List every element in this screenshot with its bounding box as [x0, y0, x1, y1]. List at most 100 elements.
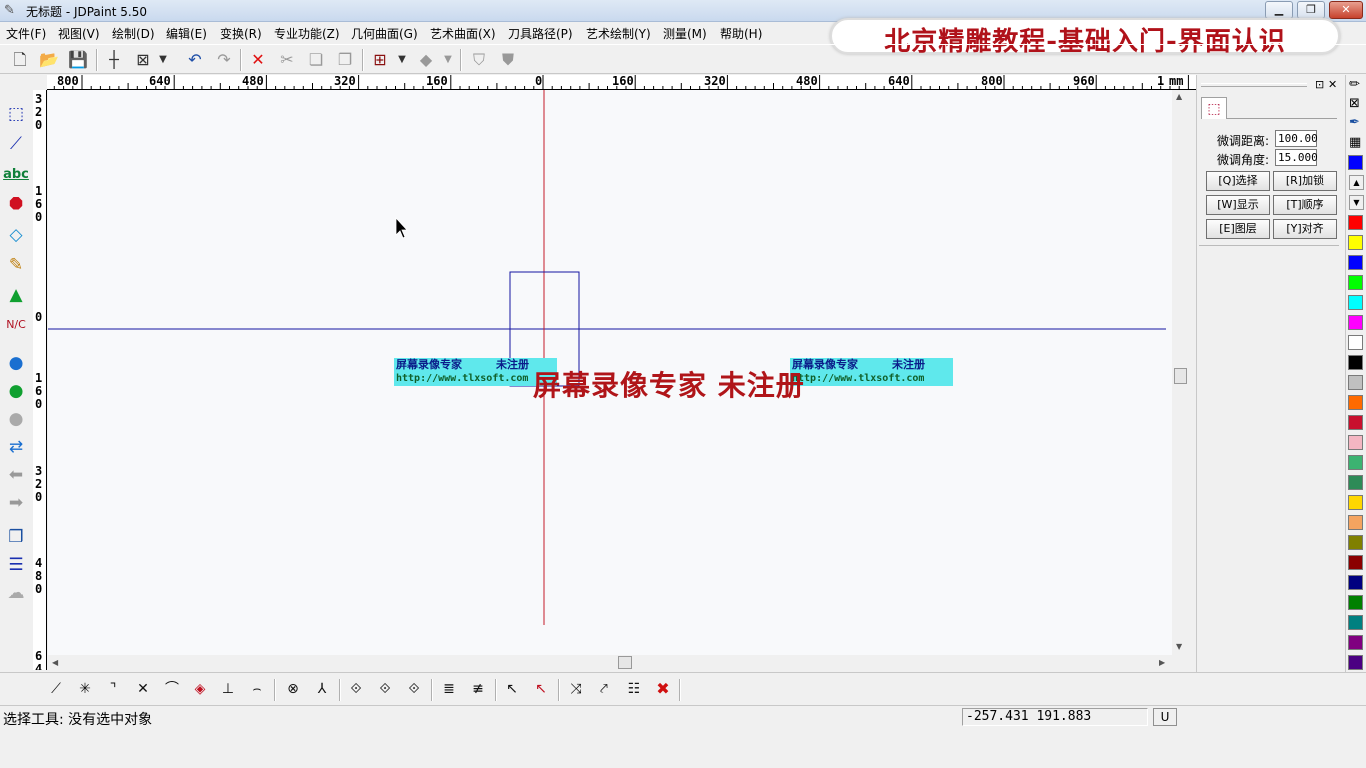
color-swatch[interactable]	[1348, 635, 1363, 650]
hatch-icon[interactable]: ≣	[437, 678, 461, 700]
snap-grid-icon[interactable]: ⊞	[368, 48, 392, 72]
menu-file[interactable]: 文件(F)	[6, 25, 46, 42]
arrow-right-icon[interactable]: ➡	[3, 490, 29, 516]
horizontal-scrollbar[interactable]: ◀ ▶	[48, 655, 1172, 671]
color-swatch[interactable]	[1348, 535, 1363, 550]
diamond-grid-icon[interactable]: ⟐	[373, 678, 397, 700]
color-swatch[interactable]	[1348, 655, 1363, 670]
list-edit-icon[interactable]: ☷	[622, 678, 646, 700]
color-swatch[interactable]	[1348, 415, 1363, 430]
color-swatch[interactable]	[1348, 555, 1363, 570]
bulb-green-icon[interactable]: ●	[3, 378, 29, 404]
no-color-icon[interactable]: ⊠	[1349, 96, 1360, 111]
color-swatch[interactable]	[1348, 235, 1363, 250]
diamond-grid-icon[interactable]: ⟐	[344, 678, 368, 700]
hatch-lines-icon[interactable]: ☰	[3, 552, 29, 578]
diamond-grid-icon[interactable]: ⟐	[402, 678, 426, 700]
color-swatch[interactable]	[1348, 355, 1363, 370]
pick-icon[interactable]: ⤤	[592, 678, 616, 700]
minimize-button[interactable]: ▁	[1265, 1, 1293, 19]
bulb-gray-icon[interactable]: ●	[3, 406, 29, 432]
tangent-icon[interactable]: ⌢	[245, 678, 269, 700]
order-button[interactable]: [T]顺序	[1273, 195, 1337, 215]
multi-line-icon[interactable]: ✳	[73, 678, 97, 700]
color-swatch[interactable]	[1348, 255, 1363, 270]
color-swatch[interactable]	[1348, 435, 1363, 450]
text-abc-icon[interactable]: abc	[3, 162, 29, 188]
nc-icon[interactable]: N/C	[3, 312, 29, 338]
hatch-alt-icon[interactable]: ≢	[466, 678, 490, 700]
pattern-icon[interactable]: ▦	[1349, 135, 1361, 150]
color-swatch[interactable]	[1348, 215, 1363, 230]
maximize-button[interactable]: ❐	[1297, 1, 1325, 19]
vertical-scrollbar[interactable]: ▲ ▼	[1172, 90, 1190, 655]
cancel-icon[interactable]: ✖	[651, 678, 675, 700]
palette-scroll-up-icon[interactable]: ▲	[1349, 175, 1364, 190]
snap-angle-icon[interactable]: ⅄	[310, 678, 334, 700]
bulb-blue-icon[interactable]: ●	[3, 350, 29, 376]
fine-angle-input[interactable]: 15.000	[1275, 149, 1318, 166]
tab-select-icon[interactable]: ⬚	[1201, 97, 1227, 119]
chevron-down-icon[interactable]: ▼	[441, 48, 455, 72]
color-swatch[interactable]	[1348, 315, 1363, 330]
intersect-icon[interactable]: ✕	[131, 678, 155, 700]
layer-button[interactable]: [E]图层	[1206, 219, 1270, 239]
pointer-x-red-icon[interactable]: ↖	[529, 678, 553, 700]
current-color-swatch[interactable]	[1348, 155, 1363, 170]
pencil-icon[interactable]: ✏	[1349, 77, 1360, 92]
color-swatch[interactable]	[1348, 615, 1363, 630]
save-icon[interactable]: 💾	[66, 48, 90, 72]
menu-edit[interactable]: 编辑(E)	[166, 25, 207, 42]
circle-point-icon[interactable]: ◈	[188, 678, 212, 700]
eraser-icon[interactable]: ◇	[3, 222, 29, 248]
shield-icon[interactable]: ⛊	[496, 48, 520, 72]
paste-icon[interactable]: ❐	[333, 48, 357, 72]
scroll-right-icon[interactable]: ▶	[1159, 658, 1165, 667]
eyedropper-icon[interactable]: ✒	[1349, 115, 1360, 130]
color-swatch[interactable]	[1348, 495, 1363, 510]
palette-scroll-down-icon[interactable]: ▼	[1349, 195, 1364, 210]
transform-icon[interactable]: ⤨	[564, 678, 588, 700]
window-select-icon[interactable]: ⊠	[131, 48, 155, 72]
copy-icon[interactable]: ❏	[304, 48, 328, 72]
panel-close-icon[interactable]: ✕	[1328, 78, 1337, 91]
menu-geometry-surface[interactable]: 几何曲面(G)	[351, 25, 418, 42]
arrow-left-icon[interactable]: ⬅	[3, 462, 29, 488]
menu-view[interactable]: 视图(V)	[58, 25, 100, 42]
unit-toggle-button[interactable]: U	[1153, 708, 1177, 726]
menu-professional[interactable]: 专业功能(Z)	[274, 25, 340, 42]
corner-icon[interactable]: ⌝	[101, 678, 125, 700]
menu-draw[interactable]: 绘制(D)	[112, 25, 155, 42]
cone-icon[interactable]: ▲	[3, 282, 29, 308]
transfer-icon[interactable]: ⇄	[3, 434, 29, 460]
open-folder-icon[interactable]: 📂	[37, 48, 61, 72]
vertical-scroll-thumb[interactable]	[1174, 368, 1187, 384]
menu-measure[interactable]: 测量(M)	[663, 25, 707, 42]
crosshair-icon[interactable]: ┼	[102, 48, 126, 72]
render-mode-icon[interactable]: ◆	[414, 48, 438, 72]
close-button[interactable]: ✕	[1329, 1, 1363, 19]
brush-icon[interactable]: ✎	[3, 252, 29, 278]
redo-icon[interactable]: ↷	[212, 48, 236, 72]
scroll-down-icon[interactable]: ▼	[1176, 642, 1182, 651]
color-swatch[interactable]	[1348, 595, 1363, 610]
cloud-icon[interactable]: ☁	[3, 580, 29, 606]
panel-pin-icon[interactable]: ⊡	[1315, 78, 1324, 91]
color-swatch[interactable]	[1348, 395, 1363, 410]
color-swatch[interactable]	[1348, 375, 1363, 390]
color-swatch[interactable]	[1348, 515, 1363, 530]
layers-icon[interactable]: ❒	[3, 524, 29, 550]
node-edit-icon[interactable]: ⬚	[3, 101, 29, 127]
pointer-x-icon[interactable]: ↖	[500, 678, 524, 700]
shade-icon[interactable]: ⛉	[467, 48, 491, 72]
color-swatch[interactable]	[1348, 475, 1363, 490]
center-point-icon[interactable]: ⊗	[281, 678, 305, 700]
delete-icon[interactable]: ✕	[246, 48, 270, 72]
color-swatch[interactable]	[1348, 295, 1363, 310]
arc-icon[interactable]: ⌒	[160, 678, 184, 700]
menu-transform[interactable]: 变换(R)	[220, 25, 262, 42]
color-swatch[interactable]	[1348, 575, 1363, 590]
menu-help[interactable]: 帮助(H)	[720, 25, 762, 42]
horizontal-scroll-thumb[interactable]	[618, 656, 632, 669]
scroll-left-icon[interactable]: ◀	[52, 658, 58, 667]
